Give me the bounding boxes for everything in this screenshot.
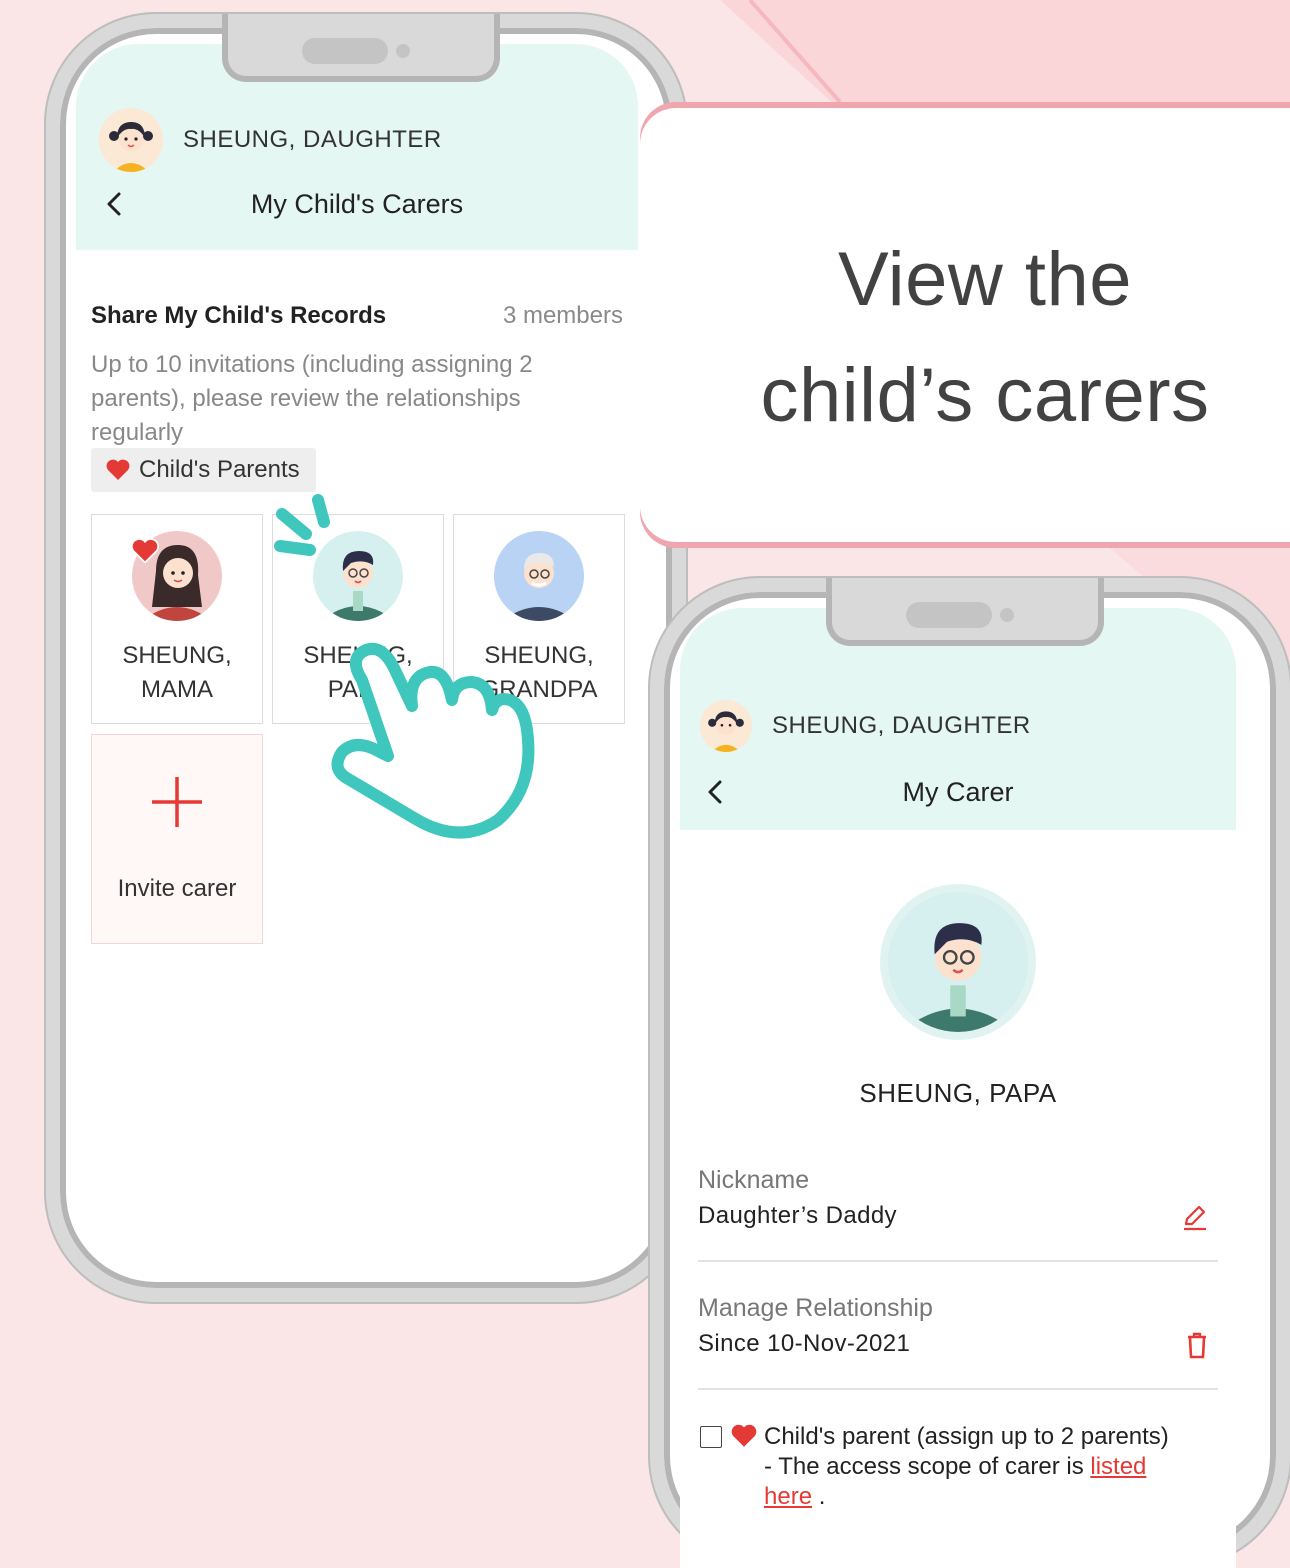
invite-carer-label: Invite carer bbox=[117, 875, 237, 902]
carer-name: SHEUNG, PAPA bbox=[859, 1078, 1057, 1108]
invite-carer-button[interactable]: Invite carer bbox=[91, 734, 263, 944]
divider bbox=[698, 1260, 1218, 1262]
heart-icon bbox=[131, 538, 159, 564]
divider bbox=[698, 1388, 1218, 1390]
carer-name-mama: SHEUNG, MAMA bbox=[92, 639, 262, 707]
pencil-icon[interactable] bbox=[1180, 1202, 1210, 1232]
back-icon[interactable] bbox=[99, 188, 131, 220]
access-scope-link-here[interactable]: here bbox=[764, 1483, 812, 1510]
page-title: My Child's Carers bbox=[250, 188, 464, 219]
access-scope-note: - The access scope of carer is listed bbox=[764, 1452, 1224, 1482]
parent-option-label: Child's parent (assign up to 2 parents) bbox=[764, 1423, 1169, 1450]
parent-option-text: Child's parent (assign up to 2 parents) … bbox=[764, 1422, 1224, 1512]
daughter-avatar bbox=[99, 108, 163, 172]
carer-card-mama[interactable]: SHEUNG, MAMA bbox=[91, 514, 263, 724]
pointing-hand-icon bbox=[274, 494, 535, 839]
parents-tag-label: Child's Parents bbox=[139, 456, 300, 483]
relationship-value: Since 10-Nov-2021 bbox=[698, 1330, 911, 1357]
back-icon[interactable] bbox=[700, 776, 732, 808]
access-scope-end: . bbox=[818, 1483, 826, 1510]
carer-avatar bbox=[880, 884, 1036, 1040]
parents-tag: Child's Parents bbox=[91, 448, 316, 492]
parent-checkbox[interactable] bbox=[700, 1426, 722, 1448]
trash-icon[interactable] bbox=[1182, 1330, 1212, 1360]
speaker bbox=[906, 602, 992, 628]
description: Up to 10 invitations (including assignin… bbox=[91, 351, 533, 446]
user-row: SHEUNG, DAUGHTER bbox=[99, 108, 442, 172]
section-title: Share My Child's Records bbox=[91, 302, 387, 329]
user-name: SHEUNG, DAUGHTER bbox=[183, 126, 442, 153]
heart-icon bbox=[106, 459, 130, 480]
headline-line2: child’s carers bbox=[760, 353, 1210, 438]
daughter-avatar bbox=[700, 700, 752, 752]
camera bbox=[1000, 608, 1014, 622]
carer-name-line1: SHEUNG, bbox=[122, 642, 232, 669]
headline: View the child’s carers bbox=[700, 222, 1270, 454]
headline-line1: View the bbox=[837, 237, 1133, 322]
access-scope-text: - The access scope of carer is bbox=[764, 1453, 1084, 1480]
heart-icon bbox=[731, 1424, 757, 1447]
nav-bar: My Child's Carers bbox=[76, 184, 638, 224]
phone-right-screen: SHEUNG, DAUGHTER My Carer SHEUNG, PAPA N… bbox=[680, 608, 1236, 1568]
nickname-value: Daughter’s Daddy bbox=[698, 1202, 897, 1229]
camera bbox=[396, 44, 410, 58]
relationship-label: Manage Relationship bbox=[698, 1294, 933, 1322]
nickname-label: Nickname bbox=[698, 1166, 810, 1194]
section-header: Share My Child's Records 3 members bbox=[91, 302, 623, 330]
phone-right: SHEUNG, DAUGHTER My Carer SHEUNG, PAPA N… bbox=[650, 578, 1290, 1568]
nav-bar: My Carer bbox=[680, 772, 1236, 812]
access-scope-link[interactable]: listed bbox=[1090, 1453, 1146, 1480]
member-count: 3 members bbox=[502, 302, 623, 329]
plus-icon bbox=[152, 777, 202, 827]
carer-name-line2: MAMA bbox=[141, 676, 213, 703]
page-title: My Carer bbox=[902, 776, 1014, 807]
user-row: SHEUNG, DAUGHTER bbox=[700, 700, 1031, 752]
speaker bbox=[302, 38, 388, 64]
user-name: SHEUNG, DAUGHTER bbox=[772, 712, 1031, 739]
